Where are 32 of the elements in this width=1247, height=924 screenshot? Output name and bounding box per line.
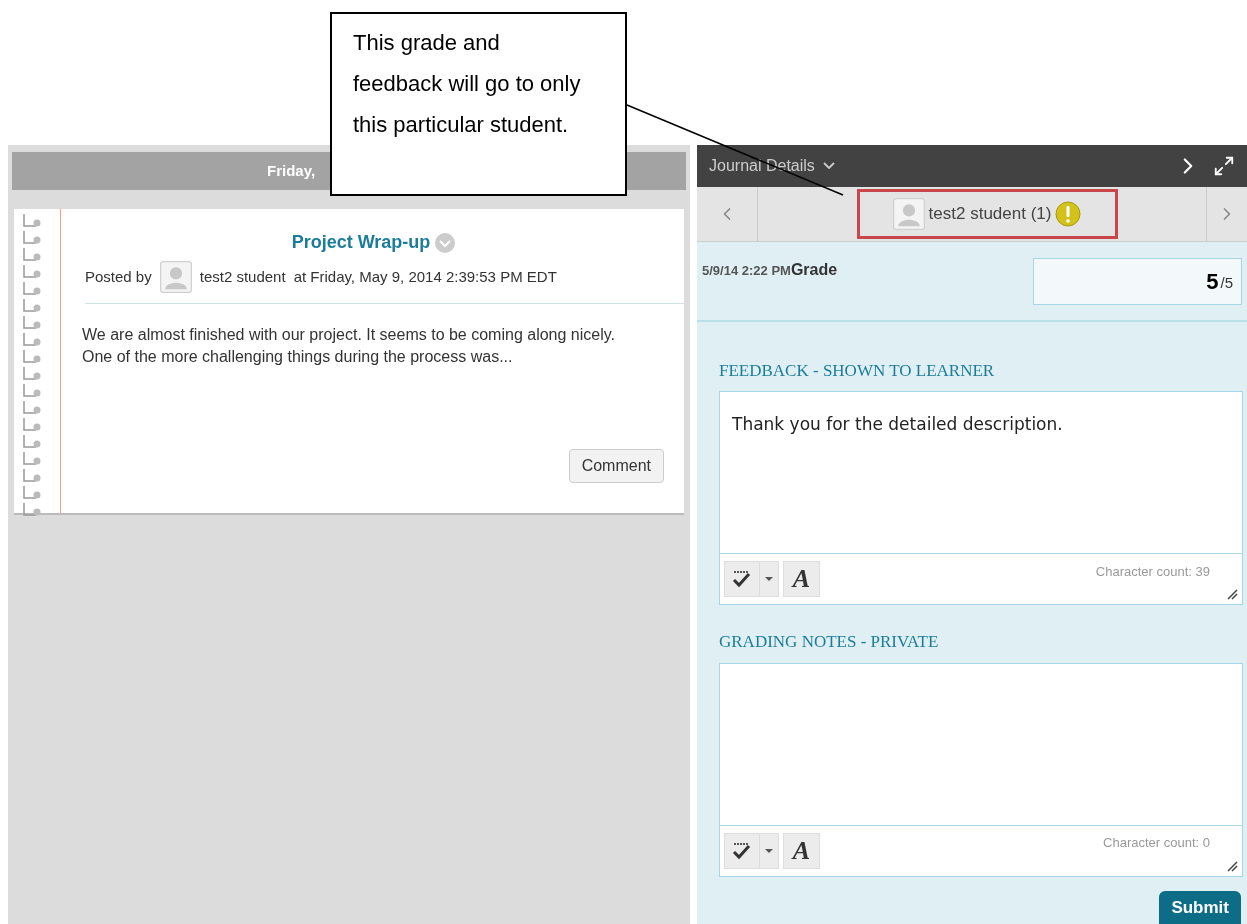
- editor-text: Thank you for the detailed description.: [720, 392, 1242, 555]
- character-count: Character count: 39: [1095, 562, 1210, 581]
- chevron-down-icon: [822, 162, 835, 170]
- section-heading: FEEDBACK - SHOWN TO LEARNER: [719, 359, 996, 382]
- entry-body: We are almost finished with our project. It seems to be coming along nicely. One of the more challenging things during the process was...: [82, 325, 616, 367]
- avatar-icon: [159, 261, 192, 293]
- grade-value: 5: [1206, 267, 1219, 296]
- grade-max: /5: [1220, 273, 1233, 294]
- font-button[interactable]: A: [783, 832, 820, 869]
- expand-icon[interactable]: [1213, 154, 1235, 177]
- author-name: test2 student: [199, 266, 286, 287]
- submit-button[interactable]: Submit: [1159, 890, 1241, 924]
- comment-button[interactable]: Comment: [568, 449, 664, 483]
- grade-field[interactable]: 5/5: [1033, 257, 1242, 305]
- grade-label: Grade: [790, 259, 838, 280]
- student-selector[interactable]: test2 student (1): [928, 201, 1052, 227]
- avatar-icon: [892, 197, 925, 230]
- text-editor[interactable]: Thank you for the detailed description. A Character count: 39: [719, 391, 1243, 606]
- spellcheck-button[interactable]: [724, 832, 779, 869]
- character-count: Character count: 0: [1103, 834, 1210, 853]
- text-editor[interactable]: A Character count: 0: [719, 662, 1243, 877]
- section-heading: GRADING NOTES - PRIVATE: [719, 631, 940, 654]
- attempt-time: 5/9/14 2:22 PM: [702, 261, 791, 280]
- post-timestamp: at Friday, May 9, 2014 2:39:53 PM EDT: [293, 266, 557, 287]
- callout-text: This grade and feedback will go to only this particular student.: [353, 29, 582, 139]
- resize-handle-icon[interactable]: [1226, 588, 1238, 601]
- posted-by-label: Posted by: [85, 266, 152, 287]
- entry-title[interactable]: Project Wrap-up: [291, 229, 431, 256]
- resize-handle-icon[interactable]: [1226, 859, 1238, 872]
- spellcheck-button[interactable]: [724, 561, 779, 598]
- panel-title-menu[interactable]: Journal Details: [709, 153, 835, 178]
- font-button[interactable]: A: [783, 561, 820, 598]
